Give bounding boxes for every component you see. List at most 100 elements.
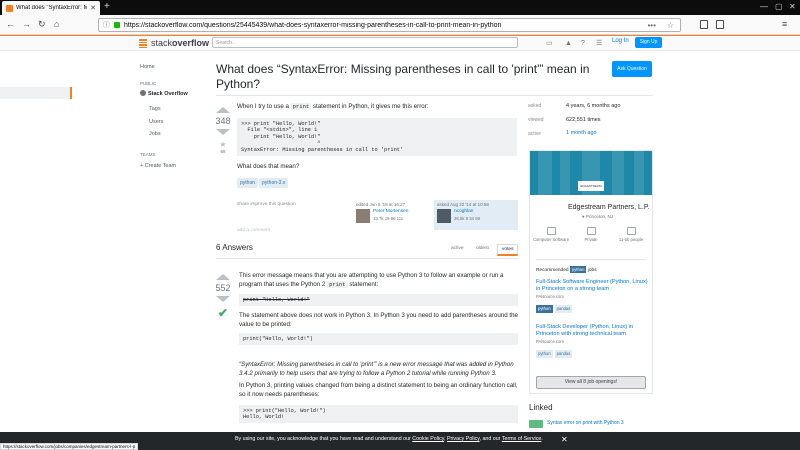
nav-stack-overflow[interactable]: Stack Overflow (140, 90, 188, 97)
search-input[interactable]: Search... (212, 37, 518, 48)
status-url-tooltip: https://stackoverflow.com/jobs/companies… (0, 443, 139, 450)
meta-asked-label: asked (528, 103, 542, 109)
linked-heading: Linked (529, 403, 553, 412)
job-2-tag-python[interactable]: python (536, 350, 553, 358)
sort-tab-active[interactable]: active (447, 244, 468, 253)
question-vote-cell: 348 ★ 66 (215, 107, 231, 154)
page-actions-icon[interactable]: ••• (648, 21, 656, 30)
nav-users[interactable]: Users (149, 119, 163, 125)
sort-tab-oldest[interactable]: oldest (472, 244, 493, 253)
answer-paragraph-4: In Python 3, printing values changed fro… (239, 382, 518, 398)
asker-avatar[interactable] (437, 209, 451, 223)
stackoverflow-favicon-icon (6, 4, 13, 12)
tag-python[interactable]: python (237, 178, 259, 188)
library-icon[interactable] (700, 20, 708, 29)
company-stats: Computer Software Private 11-50 people (530, 227, 652, 253)
globe-icon (140, 90, 146, 96)
downvote-arrow-icon[interactable] (216, 129, 230, 135)
company-logo[interactable]: EDGESTREAM (578, 181, 604, 191)
nav-create-team[interactable]: + Create Team (140, 163, 176, 169)
inbox-icon[interactable]: ▭ (546, 40, 553, 47)
ownership-icon (586, 227, 596, 235)
browser-toolbar: ← → ↻ ⌂ ⓘ https://stackoverflow.com/ques… (0, 15, 800, 35)
company-banner-image[interactable]: EDGESTREAM (530, 151, 652, 195)
linked-question-link[interactable]: Syntax error on print with Python 3 (547, 420, 624, 426)
stat-ownership: Private (571, 227, 611, 242)
browser-tab[interactable]: What does "SyntaxError: Missi ✕ (2, 1, 100, 15)
stat-size: 11-50 people (611, 227, 651, 242)
job-1-tag-pandas[interactable]: pandas (554, 305, 573, 313)
nav-jobs[interactable]: Jobs (149, 131, 161, 137)
question-post-menu[interactable]: share improve this question (237, 202, 296, 207)
back-icon[interactable]: ← (6, 19, 15, 30)
asked-label: asked Aug 22 '14 at 10:58 (437, 202, 489, 207)
terms-of-service-link[interactable]: Terms of Service (502, 436, 541, 442)
meta-viewed-label: viewed (528, 117, 544, 123)
tag-python-3x[interactable]: python-3.x (259, 178, 289, 188)
reload-icon[interactable]: ↻ (38, 19, 46, 30)
cookie-policy-link[interactable]: Cookie Policy (412, 436, 444, 442)
job-1-tag-python[interactable]: python (536, 305, 553, 313)
menu-icon[interactable]: ≡ (782, 19, 787, 30)
home-icon[interactable]: ⌂ (54, 19, 59, 30)
address-bar[interactable]: ⓘ https://stackoverflow.com/questions/25… (98, 18, 681, 32)
upvote-arrow-icon[interactable] (216, 107, 230, 113)
asker-name[interactable]: ncoghlan (454, 209, 473, 214)
asker-signature: asked Aug 22 '14 at 10:58 ncoghlan 26.5k… (434, 200, 518, 230)
site-info-icon[interactable]: ⓘ (103, 20, 110, 30)
company-name[interactable]: Edgestream Partners, L.P. (568, 204, 650, 211)
company-location: ● Princeton, NJ (582, 214, 613, 219)
job-2-tag-pandas[interactable]: pandas (554, 350, 573, 358)
answer-upvote-arrow-icon[interactable] (216, 274, 230, 280)
meta-active-value[interactable]: 1 month ago (566, 130, 597, 136)
answers-count-heading: 6 Answers (216, 243, 253, 252)
bookmark-star-icon[interactable]: ☆ (667, 21, 674, 30)
title-divider (216, 95, 653, 96)
signup-button[interactable]: Sign Up (635, 37, 662, 48)
answer-paragraph-1: This error message means that you are at… (239, 272, 504, 288)
favorite-count: 66 (220, 149, 226, 154)
job-2-title[interactable]: Full-Stack Developer (Python, Linux) in … (536, 324, 648, 338)
achievements-icon[interactable]: ▲ (565, 40, 572, 47)
question-title[interactable]: What does “SyntaxError: Missing parenthe… (216, 62, 596, 92)
forward-icon[interactable]: → (22, 19, 31, 30)
meta-active-label: active (528, 131, 542, 137)
ask-question-button[interactable]: Ask Question (612, 61, 652, 77)
cookie-close-icon[interactable]: ✕ (561, 435, 568, 444)
sort-tab-votes[interactable]: votes (497, 244, 519, 256)
editor-name[interactable]: Peter Mortensen (373, 209, 408, 214)
favorite-star-icon[interactable]: ★ (215, 140, 231, 149)
answer-downvote-arrow-icon[interactable] (216, 296, 230, 302)
sidebar-icon[interactable] (716, 20, 724, 29)
editor-reputation: 13.7k 19 86 111 (373, 216, 404, 221)
nav-tags[interactable]: Tags (149, 106, 161, 112)
question-intro: When I try to use a print statement in P… (237, 103, 429, 110)
job-ad-box: EDGESTREAM Edgestream Partners, L.P. ● P… (529, 150, 653, 394)
privacy-policy-link[interactable]: Privacy Policy (447, 436, 480, 442)
login-link[interactable]: Log In (612, 38, 629, 44)
add-comment-link[interactable]: add a comment (237, 228, 270, 233)
edited-label[interactable]: edited Jun 5 '18 at 16:27 (356, 202, 405, 207)
so-logo[interactable]: stackoverflow (138, 37, 209, 49)
answer-paragraph-3: “SyntaxError: Missing parentheses in cal… (239, 361, 514, 377)
editor-avatar[interactable] (356, 209, 370, 223)
ad-divider (536, 259, 646, 260)
nav-heading-public: PUBLIC (140, 81, 157, 86)
view-all-jobs-button[interactable]: View all 8 job openings! (536, 376, 646, 389)
site-switcher-icon[interactable]: ☰ (596, 40, 602, 47)
new-tab-icon[interactable]: + (104, 1, 110, 13)
job-1-title[interactable]: Full-Stack Software Engineer (Python, Li… (536, 279, 648, 293)
stat-industry: Computer Software (531, 227, 571, 242)
question-followup: What does that mean? (237, 163, 300, 170)
browser-tab-bar: What does "SyntaxError: Missi ✕ + — ▢ ✕ (0, 0, 800, 15)
close-window-icon[interactable]: ✕ (789, 2, 796, 11)
job-2-company: PAlsource.com (536, 339, 564, 344)
minimize-icon[interactable]: — (760, 2, 768, 11)
maximize-icon[interactable]: ▢ (775, 2, 783, 11)
job-1-company: PAlsource.com (536, 294, 564, 299)
people-icon (626, 227, 636, 235)
nav-home[interactable]: Home (140, 64, 155, 70)
help-icon[interactable]: ? (581, 40, 585, 47)
accepted-checkmark-icon: ✔ (217, 306, 229, 320)
tab-close-icon[interactable]: ✕ (90, 4, 96, 12)
